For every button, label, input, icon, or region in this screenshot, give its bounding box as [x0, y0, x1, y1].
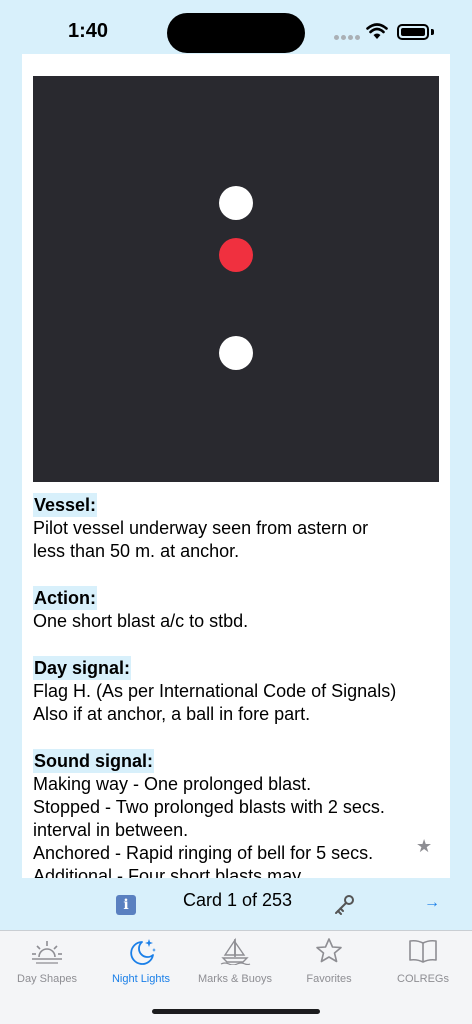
arrow-right-icon[interactable]: → — [424, 894, 440, 912]
section-line: Making way - One prolonged blast. — [33, 774, 312, 794]
star-icon — [316, 938, 342, 963]
battery-icon — [397, 24, 429, 40]
section-heading: Vessel: — [33, 493, 98, 517]
tab-night-lights[interactable]: Night Lights — [94, 937, 188, 985]
card-toolbar: i Card 1 of 253 → — [0, 878, 472, 930]
status-time: 1:40 — [68, 20, 109, 42]
tab-day-shapes[interactable]: Day Shapes — [0, 937, 94, 985]
tab-label: Marks & Buoys — [198, 973, 272, 985]
tab-favorites[interactable]: Favorites — [282, 937, 376, 985]
section-line: Flag H. (As per International Code of Si… — [33, 681, 397, 701]
white-light-bottom — [219, 336, 253, 370]
info-icon[interactable]: i — [116, 895, 136, 915]
red-light — [219, 238, 253, 272]
dynamic-island — [167, 13, 305, 53]
tab-label: COLREGs — [397, 973, 449, 985]
favorite-star-icon[interactable]: ★ — [416, 836, 432, 857]
vessel-section: Vessel: Pilot vessel underway seen from … — [33, 493, 443, 563]
book-icon — [409, 939, 437, 963]
cellular-signal-icon — [334, 35, 360, 40]
tab-colregs[interactable]: COLREGs — [376, 937, 470, 985]
home-indicator[interactable] — [152, 1009, 320, 1014]
sunrise-icon — [32, 941, 62, 964]
wifi-icon — [366, 23, 388, 39]
tab-label: Favorites — [306, 973, 352, 985]
section-line: Pilot vessel underway seen from astern o… — [33, 518, 369, 538]
section-line: Stopped - Two prolonged blasts with 2 se… — [33, 797, 385, 817]
section-line: interval in between. — [33, 820, 189, 840]
section-heading: Day signal: — [33, 656, 132, 680]
night-lights-illustration — [33, 76, 439, 482]
sailboat-icon — [220, 937, 251, 966]
section-heading: Action: — [33, 586, 97, 610]
card-description: Vessel: Pilot vessel underway seen from … — [33, 493, 443, 878]
card-counter: Card 1 of 253 — [183, 890, 293, 910]
section-line: less than 50 m. at anchor. — [33, 541, 240, 561]
section-line: Also if at anchor, a ball in fore part. — [33, 704, 311, 724]
flash-card[interactable]: Vessel: Pilot vessel underway seen from … — [22, 54, 450, 878]
white-light-top — [219, 186, 253, 220]
day-signal-section: Day signal: Flag H. (As per Internationa… — [33, 656, 443, 726]
section-line: Additional - Four short blasts may — [33, 866, 302, 878]
section-line: Anchored - Rapid ringing of bell for 5 s… — [33, 843, 374, 863]
section-heading: Sound signal: — [33, 749, 154, 773]
action-section: Action: One short blast a/c to stbd. — [33, 586, 443, 633]
status-bar: 1:40 — [0, 0, 472, 62]
tab-label: Day Shapes — [17, 973, 77, 985]
tab-marks-buoys[interactable]: Marks & Buoys — [188, 937, 282, 985]
tab-label: Night Lights — [111, 973, 171, 985]
key-icon[interactable] — [333, 894, 355, 916]
section-line: One short blast a/c to stbd. — [33, 611, 249, 631]
sound-signal-section: Sound signal: Making way - One prolonged… — [33, 749, 443, 878]
moon-stars-icon — [130, 939, 156, 965]
